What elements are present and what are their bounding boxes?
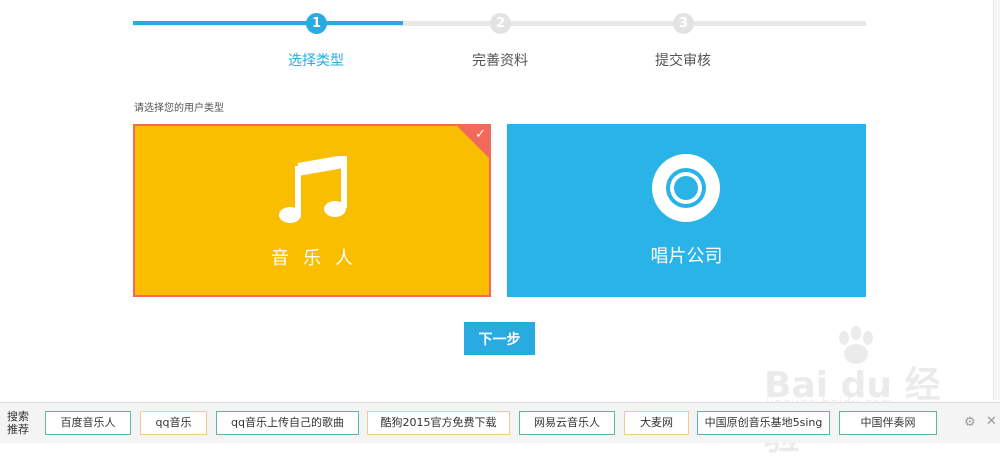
check-icon: ✓ <box>475 127 486 142</box>
recommend-chip[interactable]: 大麦网 <box>624 411 689 435</box>
step-2-label: 完善资料 <box>472 53 528 69</box>
recommend-chip[interactable]: 中国原创音乐基地5sing <box>697 411 830 435</box>
progress-fill <box>133 21 403 25</box>
recommend-chip[interactable]: 百度音乐人 <box>45 411 131 435</box>
step-2-circle: 2 <box>490 13 511 34</box>
next-step-button[interactable]: 下一步 <box>464 322 535 355</box>
recommend-chip[interactable]: qq音乐 <box>140 411 207 435</box>
step-1-circle: 1 <box>306 13 327 34</box>
record-company-option-card[interactable]: 唱片公司 <box>507 124 866 297</box>
step-3-circle: 3 <box>673 13 694 34</box>
step-3-label: 提交审核 <box>655 53 711 69</box>
recommend-chip[interactable]: qq音乐上传自己的歌曲 <box>216 411 359 435</box>
musician-option-card[interactable]: ✓ 音乐人 <box>133 124 491 297</box>
scrollbar[interactable] <box>993 0 1000 400</box>
recommend-chip[interactable]: 酷狗2015官方免费下载 <box>367 411 510 435</box>
musician-label: 音乐人 <box>271 248 367 269</box>
search-recommend-label: 搜索推荐 <box>7 410 29 436</box>
recommend-chip[interactable]: 中国伴奏网 <box>839 411 937 435</box>
music-note-icon <box>279 156 347 223</box>
close-icon[interactable]: ✕ <box>986 414 997 429</box>
record-disc-icon <box>652 154 720 222</box>
step-1-label: 选择类型 <box>288 53 344 69</box>
gear-icon[interactable]: ⚙ <box>964 415 976 430</box>
record-company-label: 唱片公司 <box>650 246 723 267</box>
search-recommend-bar: 搜索推荐 百度音乐人 qq音乐 qq音乐上传自己的歌曲 酷狗2015官方免费下载… <box>0 402 1000 443</box>
recommend-chip[interactable]: 网易云音乐人 <box>519 411 615 435</box>
user-type-prompt: 请选择您的用户类型 <box>134 103 224 114</box>
